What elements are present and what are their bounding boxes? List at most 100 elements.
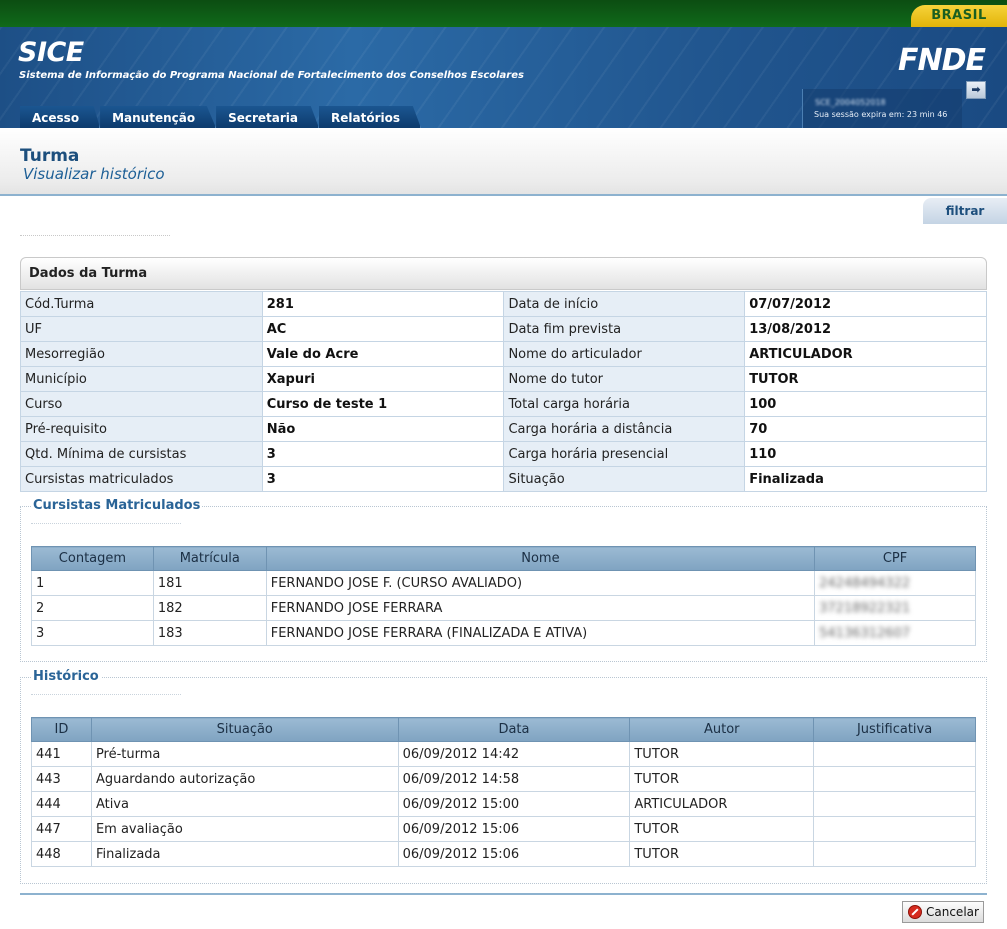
app-title: SICE	[18, 37, 84, 68]
table-row[interactable]: 2 182 FERNANDO JOSE FERRARA 37218922321	[31, 595, 976, 621]
table-cell: Aguardando autorização	[90, 766, 399, 792]
dados-row: Mesorregião Vale do Acre Nome do articulad…	[20, 341, 987, 367]
table-cell: Pré-turma	[90, 741, 399, 767]
dados-table: Cód.Turma 281 Data de início 07/07/2012 UF AC…	[20, 291, 987, 492]
session-expire: Sua sessão expira em: 23 min 46	[814, 110, 948, 119]
table-row[interactable]: 447 Em avaliação 06/09/2012 15:06 TUTOR	[31, 816, 976, 842]
table-cell	[813, 841, 976, 867]
nav-manutencao[interactable]: Manutenção	[100, 106, 217, 128]
filter-button[interactable]: filtrar	[923, 198, 1007, 224]
table-cell: 54136312607	[814, 620, 976, 646]
dados-heading-label: Dados da Turma	[29, 266, 148, 281]
field-label: Município	[20, 366, 263, 392]
table-cell: 443	[31, 766, 92, 792]
field-value: 281	[261, 291, 505, 317]
table-cell: 444	[31, 791, 92, 817]
nav-acesso[interactable]: Acesso	[20, 106, 101, 128]
cursistas-table: Contagem Matrícula Nome CPF 1 181 FERNANDO JO…	[31, 546, 976, 646]
table-cell	[813, 816, 976, 842]
table-cell	[813, 791, 976, 817]
logout-icon[interactable]: ➡	[966, 81, 986, 99]
dados-row: Curso Curso de teste 1 Total carga horária…	[20, 391, 987, 417]
nav-relatorios[interactable]: Relatórios	[319, 106, 421, 128]
field-value: Finalizada	[744, 466, 987, 492]
table-cell: FERNANDO JOSE F. (CURSO AVALIADO)	[265, 570, 816, 596]
app-header: SICE Sistema de Informação do Programa N…	[0, 27, 1007, 128]
title-band: Turma Visualizar histórico	[0, 128, 1007, 196]
table-cell: 06/09/2012 15:06	[397, 841, 631, 867]
field-label: Data fim prevista	[503, 316, 746, 342]
cancel-icon	[908, 905, 922, 919]
table-cell: 441	[31, 741, 92, 767]
field-value: ARTICULADOR	[744, 341, 987, 367]
fnde-logo: FNDE	[898, 43, 986, 78]
column-header[interactable]: Situação	[90, 717, 399, 742]
page-subtitle: Visualizar histórico	[23, 165, 165, 183]
table-row[interactable]: 1 181 FERNANDO JOSE F. (CURSO AVALIADO) 242…	[31, 570, 976, 596]
table-cell: 06/09/2012 15:06	[397, 816, 631, 842]
table-cell: TUTOR	[629, 841, 815, 867]
divider	[31, 523, 181, 524]
field-value: 13/08/2012	[744, 316, 987, 342]
dados-row: Município Xapuri Nome do tutor TUTOR	[20, 366, 987, 392]
column-header[interactable]: Autor	[629, 717, 815, 742]
table-row[interactable]: 443 Aguardando autorização 06/09/2012 14:5…	[31, 766, 976, 792]
table-row[interactable]: 441 Pré-turma 06/09/2012 14:42 TUTOR	[31, 741, 976, 767]
field-label: Nome do tutor	[503, 366, 746, 392]
field-value: 3	[261, 466, 505, 492]
field-value: 07/07/2012	[744, 291, 987, 317]
table-cell: TUTOR	[629, 741, 815, 767]
app-subtitle: Sistema de Informação do Programa Nacion…	[19, 70, 524, 81]
column-header[interactable]: Matrícula	[152, 546, 267, 571]
table-row[interactable]: 3 183 FERNANDO JOSE FERRARA (FINALIZADA E …	[31, 620, 976, 646]
dados-row: Cód.Turma 281 Data de início 07/07/2012	[20, 291, 987, 317]
table-cell	[813, 766, 976, 792]
table-cell: 06/09/2012 14:58	[397, 766, 631, 792]
table-cell: Ativa	[90, 791, 399, 817]
cursistas-legend: Cursistas Matriculados	[31, 498, 203, 513]
field-label: Mesorregião	[20, 341, 263, 367]
column-header[interactable]: Justificativa	[813, 717, 976, 742]
column-header[interactable]: Data	[397, 717, 631, 742]
page-title: Turma	[20, 146, 80, 166]
table-cell: 182	[152, 595, 267, 621]
divider	[20, 235, 170, 236]
table-cell: 183	[152, 620, 267, 646]
field-label: Data de início	[503, 291, 746, 317]
cpf-value: 24248494322	[819, 575, 911, 591]
dados-heading: Dados da Turma	[20, 257, 987, 290]
dados-row: Pré-requisito Não Carga horária a distânci…	[20, 416, 987, 442]
session-box: SCE_2004052018 Sua sessão expira em: 23 …	[802, 89, 962, 128]
field-value: TUTOR	[744, 366, 987, 392]
column-header[interactable]: Nome	[265, 546, 816, 571]
cancel-label: Cancelar	[926, 905, 979, 919]
table-cell: FERNANDO JOSE FERRARA	[265, 595, 816, 621]
column-header[interactable]: Contagem	[31, 546, 154, 571]
nav-secretaria[interactable]: Secretaria	[216, 106, 319, 128]
dados-row: Qtd. Mínima de cursistas 3 Carga horária p…	[20, 441, 987, 467]
table-cell: 448	[31, 841, 92, 867]
column-header[interactable]: CPF	[814, 546, 976, 571]
field-label: Curso	[20, 391, 263, 417]
brasil-badge[interactable]: BRASIL	[911, 5, 1007, 27]
table-cell: 1	[31, 570, 154, 596]
field-label: Pré-requisito	[20, 416, 263, 442]
field-value: 70	[744, 416, 987, 442]
table-cell: 37218922321	[814, 595, 976, 621]
table-cell: Finalizada	[90, 841, 399, 867]
field-value: Xapuri	[261, 366, 505, 392]
cancel-button[interactable]: Cancelar	[902, 901, 984, 923]
table-row[interactable]: 448 Finalizada 06/09/2012 15:06 TUTOR	[31, 841, 976, 867]
gov-bar: BRASIL	[0, 0, 1007, 27]
table-cell	[813, 741, 976, 767]
session-user: SCE_2004052018	[815, 98, 886, 107]
table-cell: 2	[31, 595, 154, 621]
column-header[interactable]: ID	[31, 717, 92, 742]
historico-legend: Histórico	[31, 669, 101, 684]
field-label: Carga horária presencial	[503, 441, 746, 467]
table-row[interactable]: 444 Ativa 06/09/2012 15:00 ARTICULADOR	[31, 791, 976, 817]
field-label: Cód.Turma	[20, 291, 263, 317]
field-value: Vale do Acre	[261, 341, 505, 367]
table-cell: 447	[31, 816, 92, 842]
table-cell: ARTICULADOR	[629, 791, 815, 817]
